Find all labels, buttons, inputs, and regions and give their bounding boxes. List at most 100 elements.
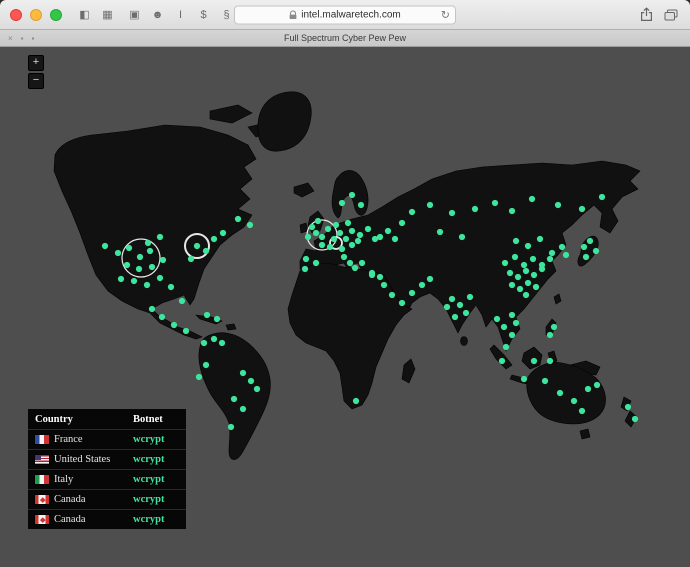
reload-button[interactable]: ↻ [441,8,450,22]
pinned-tab-icon[interactable]: ▪ [21,34,24,43]
infection-dot [341,254,347,260]
flag-ca-icon [35,495,49,504]
padlock-icon [289,10,297,19]
botnet-link[interactable]: wcrypt [133,454,165,465]
pinned-tab-icon[interactable]: ▪ [32,34,35,43]
infection-dot [517,286,523,292]
close-window-button[interactable] [10,9,22,21]
flag-fr-icon [35,435,49,444]
infection-dot [549,250,555,256]
infection-dot [319,242,325,248]
infection-dot [531,358,537,364]
infection-dot [525,243,531,249]
infection-dot [171,322,177,328]
infection-dot [325,226,331,232]
extension-ghost-icon[interactable]: ☻ [147,4,168,26]
infection-dot [211,336,217,342]
infection-dot [352,265,358,271]
infection-dot [145,240,151,246]
infection-dot [492,200,498,206]
infection-dot [211,236,217,242]
infection-dot [467,294,473,300]
infection-dot [537,236,543,242]
infection-dot [355,238,361,244]
infection-dot [472,206,478,212]
infections-table: Country Botnet FrancewcryptUnited States… [28,409,186,529]
table-row: Italy wcrypt [28,469,186,489]
infection-dot [501,324,507,330]
top-sites-icon[interactable]: ▦ [97,4,118,26]
share-icon[interactable] [640,7,653,22]
infection-dot [542,378,548,384]
sidebar-icon[interactable]: ◧ [74,4,95,26]
infection-dot [247,222,253,228]
infection-dot [531,272,537,278]
infection-dot [194,243,200,249]
infection-dot [137,254,143,260]
infection-dot [585,386,591,392]
infection-dot [399,220,405,226]
zoom-in-button[interactable]: + [28,55,44,71]
infection-dot [302,266,308,272]
infection-dot [313,260,319,266]
infection-dot [507,270,513,276]
infection-dot [499,358,505,364]
infection-dot [131,278,137,284]
infection-dot [427,202,433,208]
tab-overview-icon[interactable] [664,9,678,21]
infection-dot [385,228,391,234]
infection-dot [359,260,365,266]
extension-serif-i-icon[interactable]: I [170,4,191,26]
country-name: Italy [54,474,73,485]
infection-dot [512,254,518,260]
infection-dot [126,245,132,251]
infection-dot [509,332,515,338]
page-content: + − [0,47,690,567]
infection-dot [525,280,531,286]
tab-close-button[interactable]: × [8,34,13,43]
infection-dot [523,268,529,274]
infection-dot [547,358,553,364]
zoom-out-button[interactable]: − [28,73,44,89]
toolbar-right-icons [629,7,680,22]
infection-dot [240,370,246,376]
infection-dot [449,210,455,216]
infection-dot [594,382,600,388]
infection-dot [530,256,536,262]
infection-dot [515,274,521,280]
infection-dot [377,274,383,280]
extension-grid-icon[interactable]: ▣ [124,4,145,26]
country-name: France [54,434,83,445]
infection-dot [203,248,209,254]
infection-dot [459,234,465,240]
botnet-link[interactable]: wcrypt [133,434,165,445]
infection-dot [353,398,359,404]
botnet-link[interactable]: wcrypt [133,514,165,525]
infection-dot [315,218,321,224]
infection-dot [220,230,226,236]
infection-dot [381,282,387,288]
zoom-window-button[interactable] [50,9,62,21]
address-bar[interactable]: intel.malwaretech.com ↻ [234,5,456,24]
tab-bar[interactable]: × ▪ ▪ Full Spectrum Cyber Pew Pew [0,30,690,47]
infection-dot [196,374,202,380]
infection-dot [240,406,246,412]
botnet-link[interactable]: wcrypt [133,474,165,485]
infection-dot [509,208,515,214]
infection-dot [521,262,527,268]
continents [54,92,640,460]
infection-dot [228,424,234,430]
infection-dot [427,276,433,282]
extension-dollar-icon[interactable]: $ [193,4,214,26]
infection-dot [509,282,515,288]
infection-dot [409,209,415,215]
infection-dot [331,236,337,242]
infection-dot [523,292,529,298]
minimize-window-button[interactable] [30,9,42,21]
botnet-link[interactable]: wcrypt [133,494,165,505]
infection-dot [303,256,309,262]
infection-dot [509,312,515,318]
infection-dot [449,296,455,302]
infection-dot [399,300,405,306]
botnet-column-header: Botnet [133,414,179,425]
